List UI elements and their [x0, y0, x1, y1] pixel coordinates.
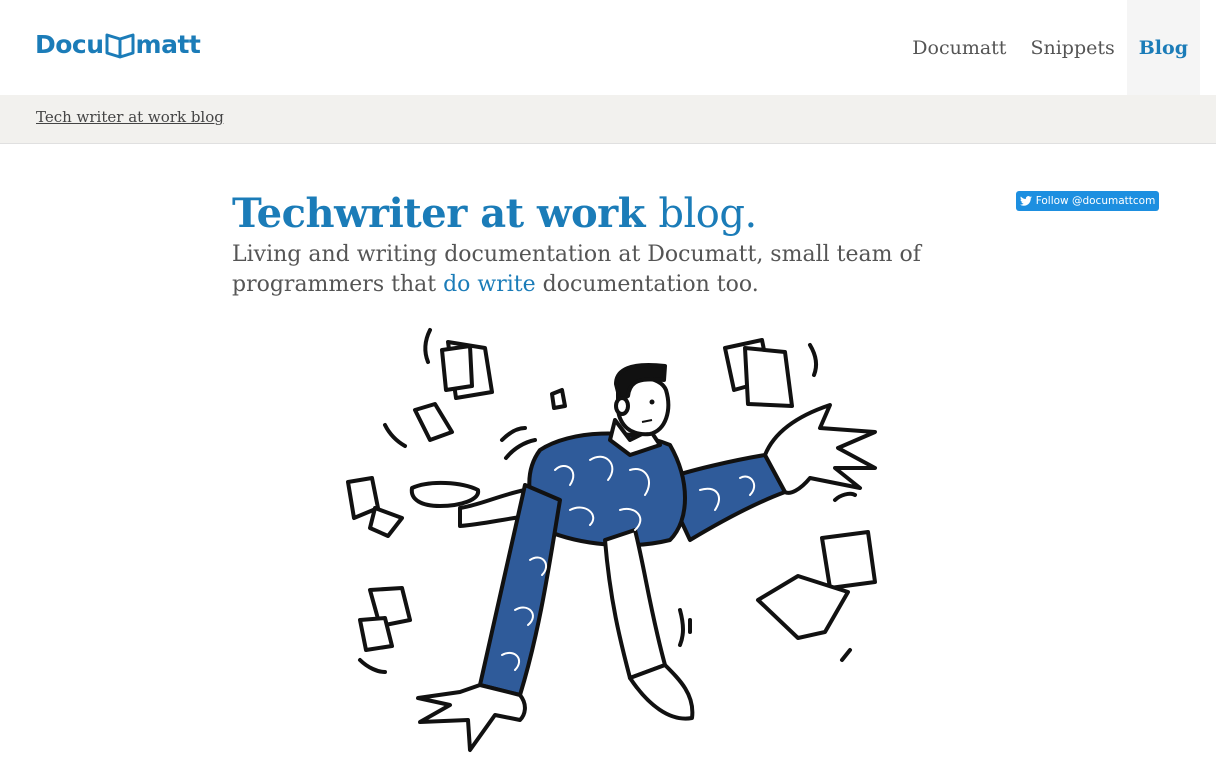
breadcrumb-bar: Tech writer at work blog	[0, 95, 1216, 144]
title-bold: Techwriter at work	[232, 190, 645, 237]
page-title: Techwriter at work blog.	[232, 190, 932, 238]
paper-icon	[550, 388, 567, 410]
title-light: blog.	[658, 191, 757, 237]
twitter-bird-icon	[1019, 196, 1032, 206]
breadcrumb-link[interactable]: Tech writer at work blog	[36, 108, 224, 126]
nav-blog[interactable]: Blog	[1126, 0, 1200, 95]
logo-text-right: matt	[135, 30, 201, 59]
paper-icon	[413, 402, 454, 442]
main-nav: Documatt Snippets Blog	[900, 0, 1200, 95]
juggling-writer-illustration	[346, 328, 877, 752]
lead-link[interactable]: do write	[443, 272, 536, 297]
hero-lead: Living and writing documentation at Docu…	[232, 240, 932, 300]
logo-text-left: Docu	[35, 30, 104, 59]
book-logo-icon	[105, 33, 135, 58]
nav-snippets[interactable]: Snippets	[1018, 0, 1126, 95]
twitter-follow-button[interactable]: Follow @documattcom	[1016, 191, 1159, 211]
follow-label: Follow @documattcom	[1035, 195, 1156, 207]
documatt-logo[interactable]: Docu matt	[35, 30, 201, 59]
site-header: Docu matt Documatt Snippets Blog	[0, 0, 1216, 95]
paper-icon	[820, 530, 877, 590]
hero: Techwriter at work blog. Living and writ…	[232, 190, 932, 300]
nav-documatt[interactable]: Documatt	[900, 0, 1018, 95]
lead-after: documentation too.	[542, 272, 759, 297]
